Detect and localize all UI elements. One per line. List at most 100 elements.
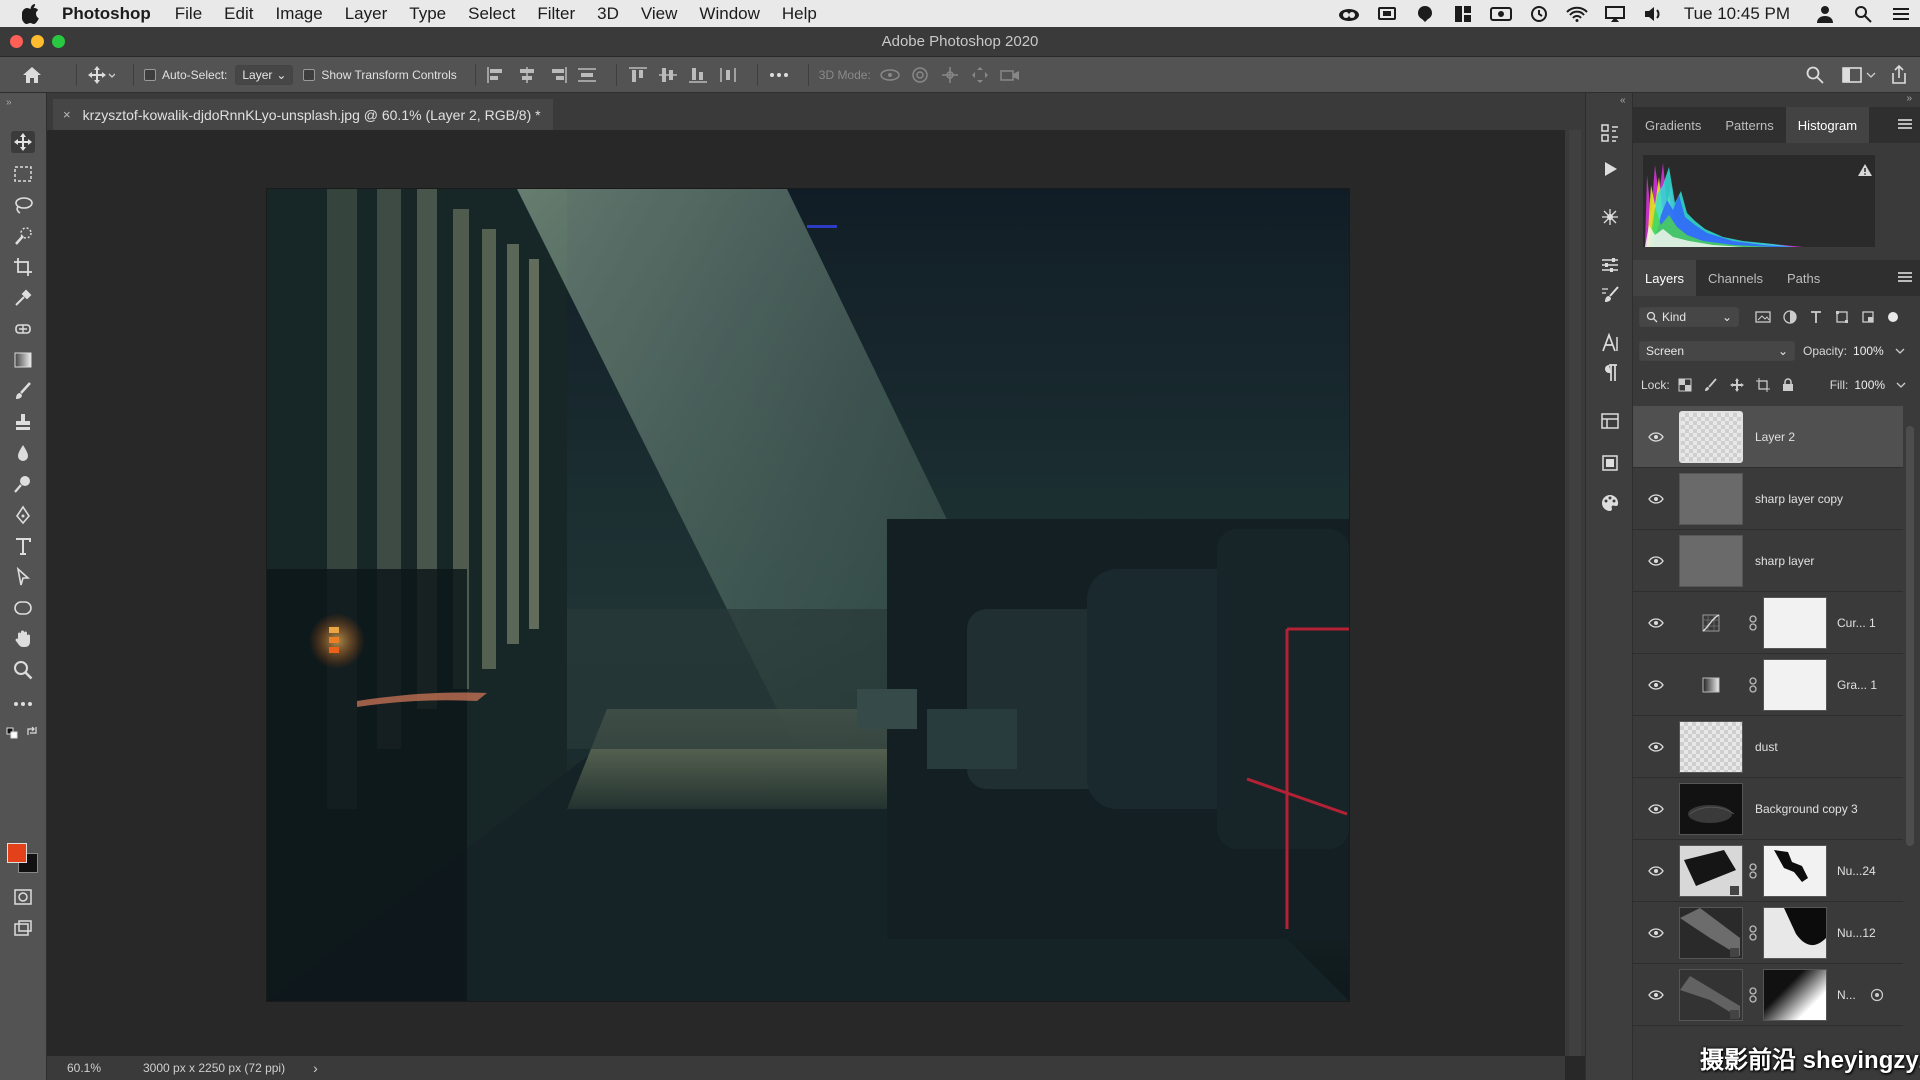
tab-paths[interactable]: Paths	[1775, 260, 1832, 296]
fill-value[interactable]: 100%	[1854, 378, 1892, 392]
menubar-clock[interactable]: Tue 10:45 PM	[1684, 4, 1790, 24]
distribute-horizontal-icon[interactable]	[717, 66, 739, 84]
screen-mode-icon[interactable]	[11, 917, 35, 939]
layers-panel-menu-icon[interactable]	[1898, 272, 1912, 282]
dodge-tool-icon[interactable]	[11, 473, 35, 495]
control-center-icon[interactable]	[1890, 5, 1912, 23]
lock-position-icon[interactable]	[1729, 378, 1744, 392]
time-machine-icon[interactable]	[1528, 5, 1550, 23]
tab-channels[interactable]: Channels	[1696, 260, 1775, 296]
lasso-tool-icon[interactable]	[11, 194, 35, 216]
layer-name[interactable]: Nu...24	[1837, 864, 1876, 878]
filter-type-icon[interactable]	[1809, 310, 1823, 324]
brush-tool-icon[interactable]	[11, 380, 35, 402]
histogram-warning-icon[interactable]	[1857, 163, 1873, 177]
layer-mask-thumbnail[interactable]	[1763, 906, 1827, 959]
document-tab[interactable]: × krzysztof-kowalik-djdoRnnKLyo-unsplash…	[53, 99, 553, 130]
auto-select-checkbox[interactable]: Auto-Select:	[144, 68, 227, 82]
panel-collapse-right-icon[interactable]: »	[1906, 93, 1912, 104]
layer-name[interactable]: Cur... 1	[1837, 616, 1876, 630]
more-options-icon[interactable]	[768, 66, 790, 84]
workspace-chevron-icon[interactable]	[1866, 71, 1876, 79]
layer-row[interactable]: Nu...24	[1633, 840, 1903, 902]
apple-icon[interactable]	[22, 3, 44, 24]
layer-row[interactable]: sharp layer	[1633, 530, 1903, 592]
menu-image[interactable]: Image	[275, 4, 322, 24]
gradient-map-adjustment-icon[interactable]	[1679, 659, 1743, 711]
document-canvas-image[interactable]	[267, 189, 1349, 1001]
healing-brush-tool-icon[interactable]	[11, 318, 35, 340]
menu-edit[interactable]: Edit	[224, 4, 253, 24]
3d-roll-icon[interactable]	[909, 66, 931, 84]
wifi-icon[interactable]	[1566, 5, 1588, 23]
smart-filter-icon[interactable]	[1870, 988, 1884, 1002]
spotlight-search-icon[interactable]	[1852, 5, 1874, 23]
gradient-tool-icon[interactable]	[11, 349, 35, 371]
layer-row[interactable]: Nu...12	[1633, 902, 1903, 964]
menu-layer[interactable]: Layer	[345, 4, 388, 24]
layer-thumbnail[interactable]	[1679, 844, 1743, 897]
clone-stamp-tool-icon[interactable]	[11, 411, 35, 433]
menu-view[interactable]: View	[641, 4, 678, 24]
lock-image-pixels-icon[interactable]	[1704, 378, 1718, 392]
layer-name[interactable]: Layer 2	[1755, 430, 1795, 444]
layer-name[interactable]: Gra... 1	[1837, 678, 1877, 692]
layer-thumbnail[interactable]	[1679, 782, 1743, 835]
hand-tool-icon[interactable]	[11, 628, 35, 650]
tab-histogram[interactable]: Histogram	[1785, 107, 1870, 143]
layer-thumbnail[interactable]	[1679, 410, 1743, 463]
user-icon[interactable]	[1814, 5, 1836, 23]
airplay-icon[interactable]	[1604, 5, 1626, 23]
edit-toolbar-icon[interactable]	[11, 693, 35, 715]
search-icon[interactable]	[1806, 66, 1824, 84]
tab-layers[interactable]: Layers	[1633, 260, 1697, 296]
zoom-level[interactable]: 60.1%	[67, 1061, 127, 1075]
distribute-vertical-icon[interactable]	[576, 66, 598, 84]
screen-share-icon[interactable]	[1376, 5, 1398, 23]
layer-name[interactable]: N...	[1837, 988, 1856, 1002]
show-transform-controls-checkbox[interactable]: Show Transform Controls	[303, 68, 457, 82]
menu-3d[interactable]: 3D	[597, 4, 619, 24]
layer-thumbnail[interactable]	[1679, 534, 1743, 587]
mask-link-icon[interactable]	[1745, 924, 1761, 941]
mask-link-icon[interactable]	[1745, 986, 1761, 1003]
lock-transparent-pixels-icon[interactable]	[1678, 378, 1692, 392]
properties-panel-icon[interactable]	[1598, 451, 1622, 475]
menu-file[interactable]: File	[175, 4, 202, 24]
panel-menu-icon[interactable]	[1898, 119, 1912, 129]
swap-colors-icon[interactable]	[26, 725, 38, 737]
tab-gradients[interactable]: Gradients	[1633, 107, 1713, 143]
layer-row[interactable]: sharp layer copy	[1633, 468, 1903, 530]
opacity-chevron-icon[interactable]	[1895, 347, 1905, 355]
visibility-eye-icon[interactable]	[1645, 803, 1667, 814]
layer-thumbnail[interactable]	[1679, 472, 1743, 525]
eyedropper-tool-icon[interactable]	[11, 287, 35, 309]
align-vertical-centers-icon[interactable]	[657, 66, 679, 84]
camera-icon[interactable]	[1489, 5, 1512, 23]
3d-scale-icon[interactable]	[999, 66, 1021, 84]
share-icon[interactable]	[1890, 65, 1908, 85]
filter-pixel-icon[interactable]	[1755, 310, 1771, 324]
quick-selection-tool-icon[interactable]	[11, 225, 35, 247]
libraries-panel-icon[interactable]	[1598, 409, 1622, 433]
3d-slide-icon[interactable]	[969, 66, 991, 84]
tab-patterns[interactable]: Patterns	[1713, 107, 1785, 143]
blend-mode-dropdown[interactable]: Screen ⌄	[1639, 341, 1795, 361]
3d-orbit-icon[interactable]	[879, 66, 901, 84]
brush-settings-panel-icon[interactable]	[1598, 283, 1622, 307]
marquee-tool-icon[interactable]	[11, 163, 35, 185]
mask-link-icon[interactable]	[1745, 676, 1761, 693]
align-left-edges-icon[interactable]	[486, 66, 508, 84]
layer-name[interactable]: sharp layer copy	[1755, 492, 1843, 506]
layer-thumbnail[interactable]	[1679, 720, 1743, 773]
layer-row[interactable]: Cur... 1	[1633, 592, 1903, 654]
filter-toggle-icon[interactable]	[1887, 311, 1899, 323]
layer-mask-thumbnail[interactable]	[1763, 596, 1827, 649]
menu-filter[interactable]: Filter	[537, 4, 575, 24]
auto-select-target-dropdown[interactable]: Layer ⌄	[235, 64, 294, 85]
visibility-eye-icon[interactable]	[1645, 679, 1667, 690]
3d-panel-icon[interactable]	[1598, 205, 1622, 229]
status-menu-arrow[interactable]: ›	[313, 1060, 318, 1076]
blur-tool-icon[interactable]	[11, 442, 35, 464]
swatches-panel-icon[interactable]	[1598, 491, 1622, 515]
